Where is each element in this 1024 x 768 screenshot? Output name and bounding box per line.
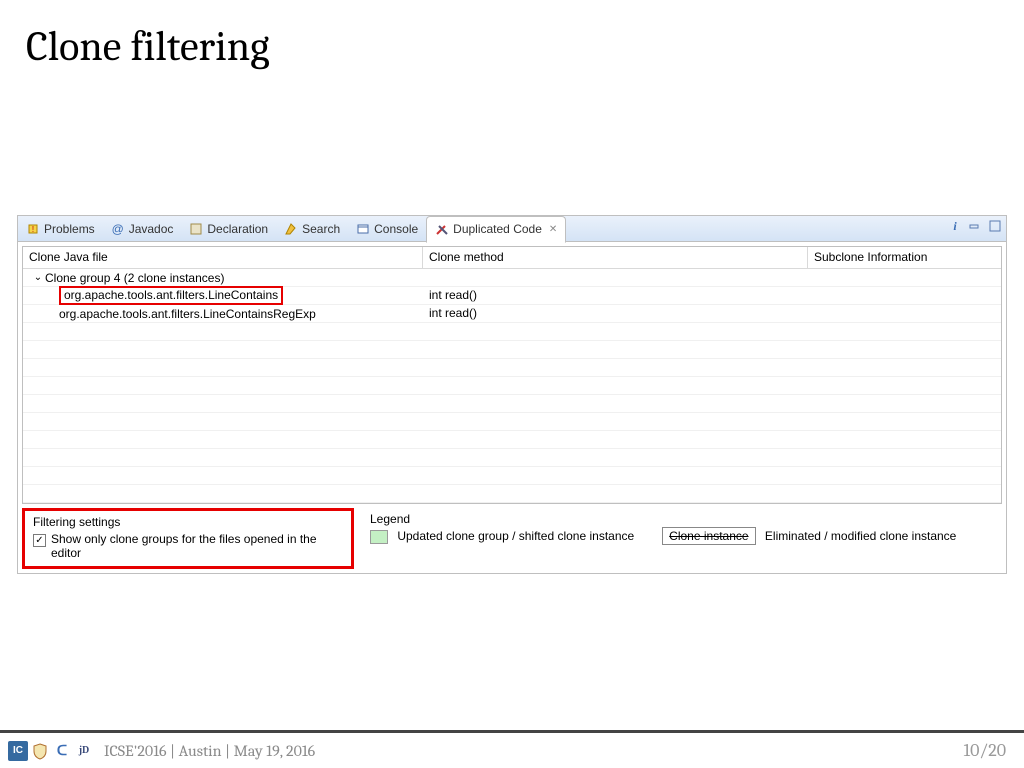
page-number: 10/20 bbox=[964, 740, 1006, 761]
filtering-settings-box: Filtering settings ✓ Show only clone gro… bbox=[22, 508, 354, 569]
tools-icon bbox=[435, 222, 449, 236]
col-header-method[interactable]: Clone method bbox=[423, 247, 808, 268]
legend-title: Legend bbox=[370, 512, 994, 526]
tab-label: Javadoc bbox=[129, 222, 174, 236]
minimize-icon[interactable] bbox=[968, 219, 982, 233]
logo-jd-icon: jD bbox=[74, 741, 94, 761]
table-body: ⌄ Clone group 4 (2 clone instances) org.… bbox=[23, 269, 1001, 503]
info-icon[interactable]: i bbox=[948, 219, 962, 233]
clone-table: Clone Java file Clone method Subclone In… bbox=[22, 246, 1002, 504]
tab-label: Console bbox=[374, 222, 418, 236]
group-label: Clone group 4 (2 clone instances) bbox=[45, 271, 224, 285]
legend-swatch-green bbox=[370, 530, 388, 544]
tab-label: Duplicated Code bbox=[453, 222, 542, 236]
page-current: 10 bbox=[964, 740, 980, 761]
table-row[interactable]: org.apache.tools.ant.filters.LineContain… bbox=[23, 305, 1001, 323]
footer-logos: IC ᑕ jD bbox=[8, 741, 94, 761]
legend-strike-box: Clone instance bbox=[662, 527, 755, 545]
logo-shield-icon bbox=[30, 741, 50, 761]
checkbox-label: Show only clone groups for the files ope… bbox=[51, 532, 343, 560]
flashlight-icon bbox=[284, 222, 298, 236]
cell-file: org.apache.tools.ant.filters.LineContain… bbox=[23, 305, 423, 322]
highlighted-file: org.apache.tools.ant.filters.LineContain… bbox=[59, 286, 283, 305]
warning-icon: ! bbox=[26, 222, 40, 236]
footer-text: ICSE'2016 | Austin | May 19, 2016 bbox=[104, 742, 315, 760]
console-icon bbox=[356, 222, 370, 236]
cell-method: int read() bbox=[423, 287, 808, 304]
filtering-settings-title: Filtering settings bbox=[33, 515, 343, 529]
tab-problems[interactable]: ! Problems bbox=[18, 216, 103, 241]
page-total: /20 bbox=[979, 740, 1006, 761]
chevron-down-icon[interactable]: ⌄ bbox=[33, 272, 43, 283]
checkbox-show-only[interactable]: ✓ bbox=[33, 534, 46, 547]
tab-javadoc[interactable]: @ Javadoc bbox=[103, 216, 182, 241]
tab-declaration[interactable]: Declaration bbox=[181, 216, 276, 241]
tab-search[interactable]: Search bbox=[276, 216, 348, 241]
at-icon: @ bbox=[111, 222, 125, 236]
tab-label: Search bbox=[302, 222, 340, 236]
svg-text:!: ! bbox=[32, 225, 34, 234]
logo-icse-icon: IC bbox=[8, 741, 28, 761]
tab-duplicated-code[interactable]: Duplicated Code ✕ bbox=[426, 216, 566, 243]
table-row[interactable]: org.apache.tools.ant.filters.LineContain… bbox=[23, 287, 1001, 305]
tab-console[interactable]: Console bbox=[348, 216, 426, 241]
col-header-subclone[interactable]: Subclone Information bbox=[808, 247, 1001, 268]
tab-bar: ! Problems @ Javadoc Declaration Search … bbox=[18, 216, 1006, 242]
cell-method: int read() bbox=[423, 305, 808, 322]
eclipse-panel: ! Problems @ Javadoc Declaration Search … bbox=[17, 215, 1007, 574]
maximize-icon[interactable] bbox=[988, 219, 1002, 233]
slide-footer: IC ᑕ jD ICSE'2016 | Austin | May 19, 201… bbox=[0, 730, 1024, 768]
slide-title: Clone filtering bbox=[0, 0, 1024, 71]
tab-label: Declaration bbox=[207, 222, 268, 236]
logo-concordia-icon: ᑕ bbox=[52, 741, 72, 761]
table-row-group[interactable]: ⌄ Clone group 4 (2 clone instances) bbox=[23, 269, 1001, 287]
declaration-icon bbox=[189, 222, 203, 236]
close-icon[interactable]: ✕ bbox=[549, 224, 557, 235]
legend-eliminated-label: Eliminated / modified clone instance bbox=[765, 529, 956, 543]
legend-box: Legend Updated clone group / shifted clo… bbox=[362, 508, 1002, 569]
tab-label: Problems bbox=[44, 222, 95, 236]
col-header-file[interactable]: Clone Java file bbox=[23, 247, 423, 268]
table-header: Clone Java file Clone method Subclone In… bbox=[23, 247, 1001, 269]
settings-area: Filtering settings ✓ Show only clone gro… bbox=[22, 508, 1002, 569]
legend-updated-label: Updated clone group / shifted clone inst… bbox=[397, 529, 634, 543]
